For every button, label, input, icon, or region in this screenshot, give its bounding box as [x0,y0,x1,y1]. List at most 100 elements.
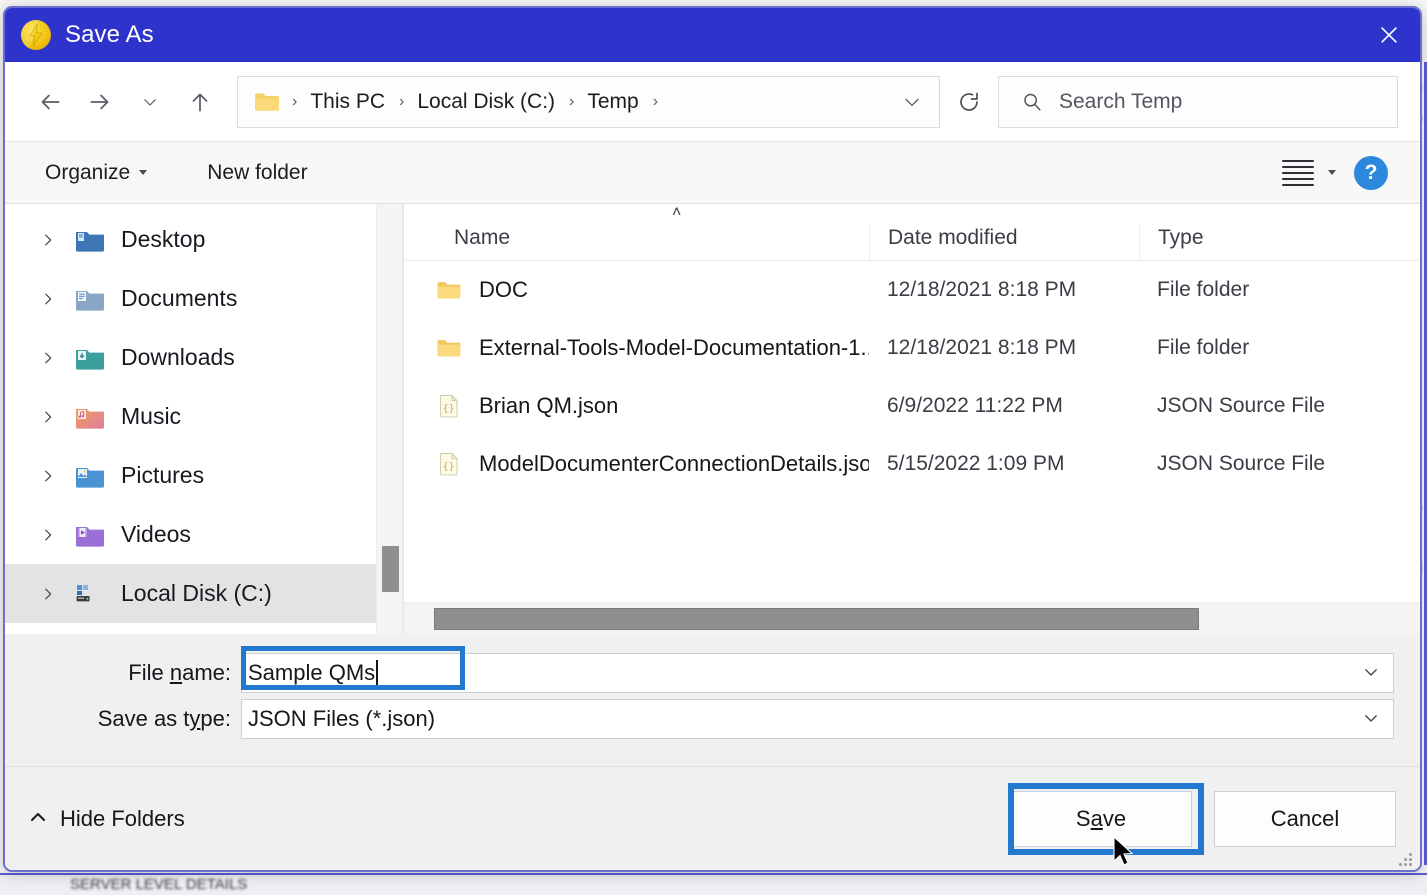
file-date-cell: 5/15/2022 1:09 PM [887,452,1065,475]
breadcrumb-separator: › [292,92,298,110]
file-name-chevron-down-icon[interactable] [1362,663,1380,686]
caret-down-icon [139,170,148,175]
file-name-label: DOC [479,277,528,302]
resize-grip[interactable] [1399,851,1415,867]
file-date-cell: 12/18/2021 8:18 PM [887,278,1077,301]
recent-locations-chevron-down-icon[interactable] [125,77,175,127]
view-options-caret-down-icon[interactable] [1328,170,1336,175]
forward-icon[interactable] [75,77,125,127]
chevron-right-icon[interactable] [41,587,63,601]
table-row[interactable]: DOC 12/18/2021 8:18 PM File folder [404,261,1420,319]
address-bar[interactable]: › This PC › Local Disk (C:) › Temp › [237,75,940,128]
file-rows: DOC 12/18/2021 8:18 PM File folder Exter… [404,261,1420,602]
file-name-label: ModelDocumenterConnectionDetails.json [479,451,869,476]
breadcrumb-item-this-pc[interactable]: This PC [308,90,387,114]
cancel-button[interactable]: Cancel [1214,790,1396,847]
column-header-name[interactable]: Name [404,226,869,260]
save-label: Save [1076,806,1126,832]
footer-buttons: Save Cancel [1010,790,1396,847]
search-input[interactable] [1059,89,1397,114]
save-label-pre: S [1075,805,1091,831]
sidebar-item-downloads[interactable]: Downloads [5,328,402,387]
sidebar-item-pictures[interactable]: Pictures [5,446,402,505]
title-bar: Save As [5,8,1420,62]
column-header-row: ˄ Name Date modified Type [404,204,1420,261]
table-row[interactable]: {} ModelDocumenterConnectionDetails.json… [404,435,1420,493]
table-row[interactable]: External-Tools-Model-Documentation-1....… [404,319,1420,377]
navigation-pane-scrollbar[interactable] [376,204,402,634]
folder-icon [436,335,462,361]
save-as-type-combo-wrap: JSON Files (*.json) [241,699,1394,739]
scrollbar-thumb[interactable] [434,608,1199,630]
chevron-right-icon[interactable] [41,351,63,365]
file-name-label: File name: [5,660,241,686]
sidebar-item-label: Desktop [121,226,206,252]
back-icon[interactable] [25,77,75,127]
sidebar-item-local-disk-c[interactable]: Local Disk (C:) [5,564,402,623]
file-list-pane: ˄ Name Date modified Type DOC 12/18/2021… [404,204,1420,634]
downloads-folder-icon [75,345,105,371]
file-list-horizontal-scrollbar[interactable] [404,602,1420,634]
breadcrumb-separator: › [652,92,659,110]
save-as-type-select[interactable]: JSON Files (*.json) [241,699,1394,739]
list-view-icon[interactable] [1278,155,1318,191]
sidebar-item-label: Documents [121,285,238,311]
sidebar-item-videos[interactable]: Videos [5,505,402,564]
sidebar-item-documents[interactable]: Documents [5,269,402,328]
breadcrumb-separator: › [569,92,575,110]
sidebar-item-label: Videos [121,521,191,547]
hide-folders-button[interactable]: Hide Folders [29,806,185,832]
file-type-cell: JSON Source File [1157,452,1326,475]
file-name-label: Brian QM.json [479,393,619,418]
sidebar-item-desktop[interactable]: Desktop [5,210,402,269]
videos-folder-icon [75,522,105,548]
save-as-type-label-mnemonic: y [189,706,201,731]
navigation-bar: › This PC › Local Disk (C:) › Temp › [5,62,1420,142]
address-dropdown-chevron-down-icon[interactable] [885,77,939,127]
breadcrumb-item-temp[interactable]: Temp [585,90,640,114]
save-form: File name: Sample QMs Save as type: JSON… [5,634,1420,766]
file-name-label-pre: File [128,660,170,685]
chevron-right-icon[interactable] [41,528,63,542]
breadcrumb-item-local-disk[interactable]: Local Disk (C:) [415,90,557,114]
column-header-type[interactable]: Type [1139,226,1420,260]
chevron-right-icon[interactable] [41,469,63,483]
file-date-cell: 6/9/2022 11:22 PM [887,394,1063,417]
sidebar-item-music[interactable]: Music [5,387,402,446]
folder-icon [436,277,462,303]
mouse-pointer-icon [1113,836,1135,870]
navigation-pane: Desktop Documents Downloads Music Pictur… [5,204,402,634]
file-name-value: Sample QMs [248,660,376,685]
chevron-right-icon[interactable] [41,233,63,247]
refresh-icon[interactable] [940,77,998,127]
sidebar-item-label: Music [121,403,182,429]
chevron-right-icon[interactable] [41,410,63,424]
new-folder-label: New folder [207,160,308,184]
close-icon[interactable] [1358,8,1420,62]
up-one-level-icon[interactable] [175,77,225,127]
save-as-type-chevron-down-icon[interactable] [1362,709,1380,732]
save-as-type-label-post: pe: [200,706,231,731]
table-row[interactable]: {} Brian QM.json 6/9/2022 11:22 PM JSON … [404,377,1420,435]
file-type-cell: File folder [1157,278,1250,301]
save-label-post: ve [1102,805,1127,831]
search-box[interactable] [998,75,1398,128]
file-name-row: File name: Sample QMs [5,652,1420,694]
save-button[interactable]: Save [1010,790,1192,847]
file-date-cell: 12/18/2021 8:18 PM [887,336,1077,359]
scrollbar-thumb[interactable] [382,546,399,592]
chevron-right-icon[interactable] [41,292,63,306]
organize-label: Organize [45,160,131,184]
help-button[interactable]: ? [1354,155,1388,190]
file-type-cell: File folder [1157,336,1250,359]
file-name-input[interactable]: Sample QMs [241,653,1394,693]
organize-button[interactable]: Organize [35,155,157,191]
column-header-date-modified[interactable]: Date modified [869,226,1139,260]
new-folder-button[interactable]: New folder [197,155,317,191]
save-as-type-label: Save as type: [5,706,241,732]
json-file-icon: {} [436,393,462,419]
hide-folders-label: Hide Folders [60,805,185,831]
cancel-label: Cancel [1270,805,1340,831]
file-name-cell: {} Brian QM.json [404,393,869,419]
save-as-type-row: Save as type: JSON Files (*.json) [5,698,1420,740]
